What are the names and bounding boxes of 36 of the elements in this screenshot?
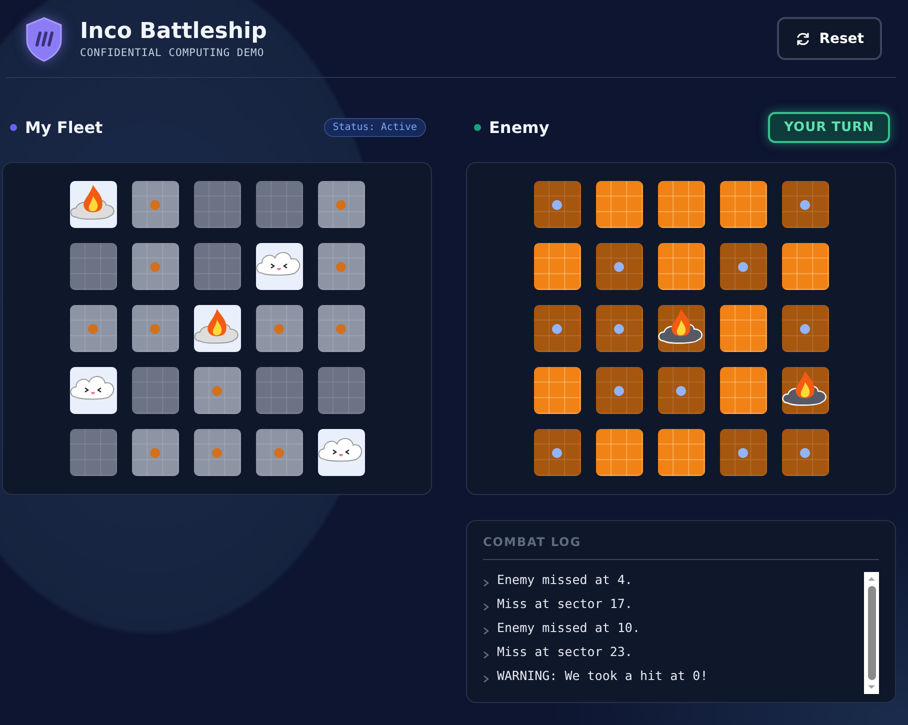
scroll-down-arrow-icon[interactable] bbox=[867, 684, 876, 690]
enemy-cell-unknown[interactable] bbox=[720, 181, 766, 228]
enemy-cell-unknown[interactable] bbox=[720, 305, 766, 352]
indicator-dot bbox=[474, 124, 481, 130]
chevron-icon bbox=[483, 626, 489, 634]
enemy-cell-unknown[interactable] bbox=[534, 367, 580, 414]
enemy-title: Enemy bbox=[489, 118, 550, 136]
enemy-cell-unknown[interactable] bbox=[596, 181, 642, 228]
chevron-icon bbox=[483, 674, 489, 682]
enemy-cell-unknown[interactable] bbox=[658, 243, 704, 290]
status-badge: Status: Active bbox=[324, 118, 426, 136]
combat-log-title: COMBAT LOG bbox=[483, 535, 879, 560]
app-title: Inco Battleship bbox=[80, 18, 267, 44]
turn-badge: YOUR TURN bbox=[768, 112, 890, 142]
reset-button[interactable]: Reset bbox=[777, 17, 882, 60]
indicator-dot bbox=[10, 124, 17, 130]
shield-logo-icon bbox=[24, 16, 64, 62]
log-entry: Miss at sector 17. bbox=[497, 596, 632, 611]
chevron-icon bbox=[483, 578, 489, 586]
log-entry: Enemy missed at 10. bbox=[497, 620, 640, 635]
scrollbar[interactable] bbox=[864, 572, 879, 694]
chevron-icon bbox=[483, 602, 489, 610]
app-subtitle: CONFIDENTIAL COMPUTING DEMO bbox=[80, 46, 266, 58]
fleet-title: My Fleet bbox=[25, 118, 103, 136]
refresh-icon bbox=[795, 30, 812, 46]
log-entry: Enemy missed at 4. bbox=[497, 572, 632, 587]
scroll-up-arrow-icon[interactable] bbox=[867, 576, 876, 582]
enemy-cell-unknown[interactable] bbox=[534, 243, 580, 290]
chevron-icon bbox=[483, 650, 489, 658]
enemy-cell-unknown[interactable] bbox=[782, 243, 828, 290]
enemy-cell-unknown[interactable] bbox=[658, 429, 704, 476]
enemy-cell-unknown[interactable] bbox=[596, 429, 642, 476]
log-entry: WARNING: We took a hit at 0! bbox=[497, 668, 708, 683]
enemy-cell-unknown[interactable] bbox=[720, 367, 766, 414]
log-entry: Miss at sector 23. bbox=[497, 644, 632, 659]
enemy-cell-unknown[interactable] bbox=[658, 181, 704, 228]
